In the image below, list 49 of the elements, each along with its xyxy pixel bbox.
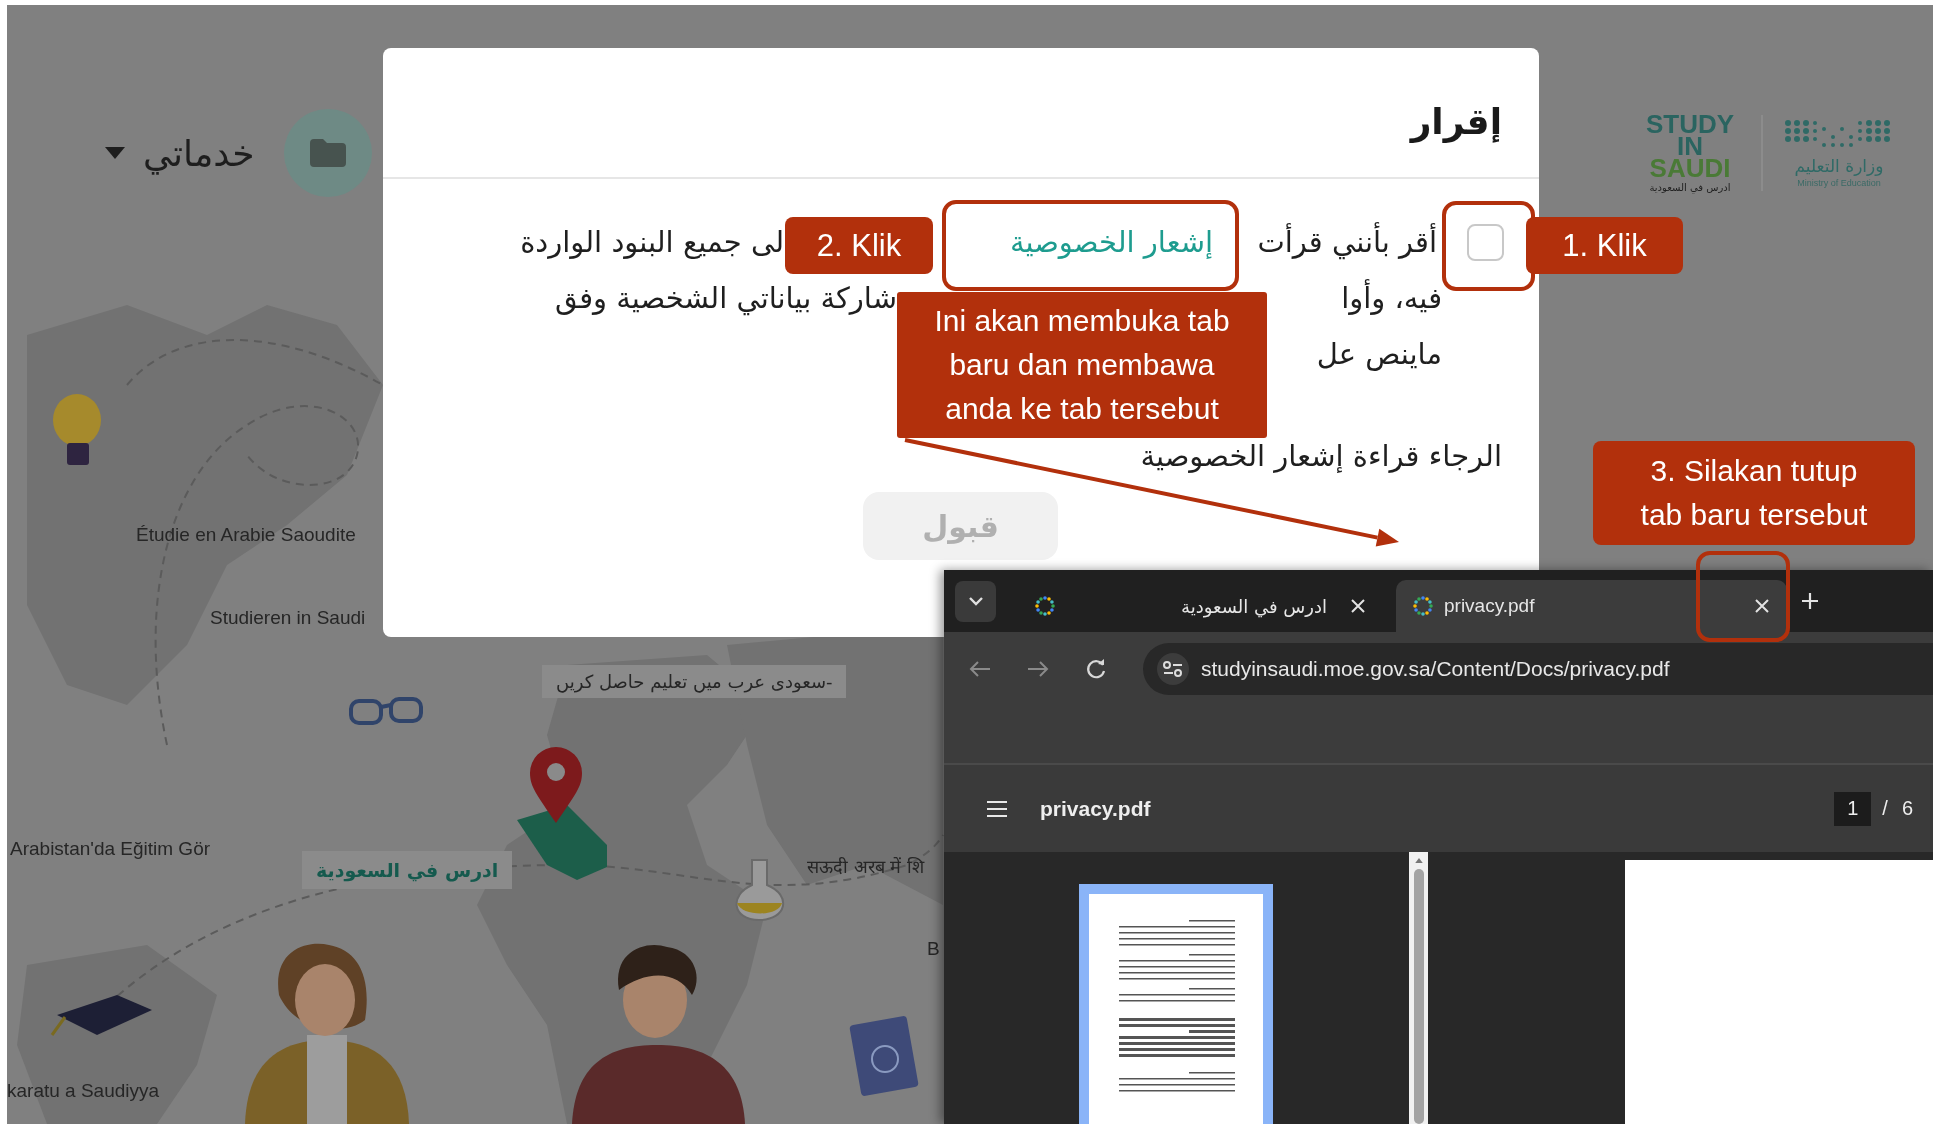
new-tab-icon[interactable]	[1801, 592, 1819, 610]
close-icon[interactable]	[1351, 599, 1365, 613]
step-label: 3. Silakan tutup tab baru tersebut	[1593, 441, 1915, 545]
map-label: Studieren in Saudi	[210, 607, 366, 629]
dialog-title: إقرار	[1410, 101, 1502, 142]
step-label: 1. Klik	[1526, 217, 1683, 274]
flask-icon	[735, 859, 785, 921]
map-label: सऊदी अरब में शि	[807, 855, 925, 878]
folder-icon	[310, 139, 347, 167]
map-pin-icon	[530, 747, 582, 823]
page-separator: /	[1882, 797, 1888, 820]
callout-note: Ini akan membuka tab baru dan membawa anda ke tab tersebut	[897, 292, 1267, 438]
forward-arrow-icon[interactable]	[1027, 660, 1049, 678]
saudi-map-icon	[517, 805, 607, 880]
address-field[interactable]: studyinsaudi.moe.gov.sa/Content/Docs/privacy.pdf	[1143, 643, 1933, 695]
menu-icon[interactable]	[986, 799, 1008, 818]
step-label: 2. Klik	[785, 217, 933, 274]
statement-text: ماينص عل	[1315, 337, 1442, 371]
reminder-text: الرجاء قراءة إشعار الخصوصية	[1139, 438, 1503, 475]
map-label: Étudie en Arabie Saoudite	[136, 524, 356, 546]
dotted-circle-icon	[1034, 595, 1056, 617]
back-arrow-icon[interactable]	[969, 660, 991, 678]
page-count: 6	[1901, 797, 1913, 820]
document-title: privacy.pdf	[1040, 796, 1152, 821]
page-number-field[interactable]: 1	[1834, 791, 1872, 826]
dotted-circle-icon	[1412, 595, 1434, 617]
browser-tab[interactable]: ادرس في السعودية	[1018, 580, 1383, 632]
map-label: B	[927, 938, 940, 960]
map-label: Arabistan'da Eğitim Gör	[10, 838, 211, 860]
scrollbar[interactable]	[1409, 852, 1428, 1124]
map-label: سعودی عرب میں تعلیم حاصل کریں-	[542, 665, 847, 698]
browser-tab[interactable]: privacy.pdf	[1396, 580, 1787, 632]
statement-text: شاركة بياناتي الشخصية وفق	[554, 281, 897, 315]
map-label: karatu a Saudiyya	[7, 1080, 160, 1102]
services-menu[interactable]: خدماتي	[105, 132, 255, 174]
tab-list-button[interactable]	[955, 580, 996, 622]
map-label: ادرس في السعودية	[302, 851, 513, 889]
caret-icon	[105, 147, 125, 159]
graduation-cap-icon	[50, 995, 152, 1036]
page-thumbnail[interactable]	[1079, 884, 1273, 1124]
consent-checkbox[interactable]	[1467, 223, 1504, 261]
statement-text: لى جميع البنود الواردة	[519, 225, 784, 259]
reload-icon[interactable]	[1085, 658, 1107, 680]
glasses-icon	[349, 697, 423, 725]
close-icon[interactable]	[1755, 599, 1769, 613]
statement-text: فيه، وأوا	[1340, 281, 1442, 315]
chevron-down-icon	[967, 596, 984, 606]
site-settings-icon[interactable]	[1157, 653, 1189, 685]
lightbulb-icon	[53, 394, 101, 465]
